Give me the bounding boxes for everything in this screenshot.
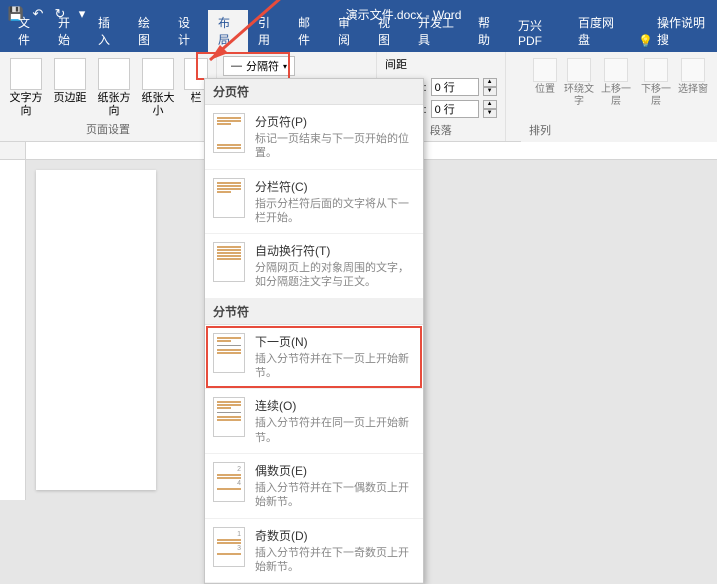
selection-button[interactable]: 选择窗 xyxy=(677,56,709,96)
wrap-button[interactable]: 环绕文字 xyxy=(563,56,595,108)
column-break-item[interactable]: 分栏符(C) 指示分栏符后面的文字将从下一栏开始。 xyxy=(205,170,423,235)
wrap-icon xyxy=(567,58,591,82)
next-page-icon xyxy=(213,333,245,373)
page-breaks-header: 分页符 xyxy=(205,79,423,105)
ribbon-tabs: 文件 开始 插入 绘图 设计 布局 引用 邮件 审阅 视图 开发工具 帮助 万兴… xyxy=(0,28,717,52)
tab-wanxing[interactable]: 万兴PDF xyxy=(508,13,568,52)
column-break-icon xyxy=(213,178,245,218)
tab-developer[interactable]: 开发工具 xyxy=(408,10,468,52)
chevron-down-icon: ▾ xyxy=(283,62,287,71)
next-page-item[interactable]: 下一页(N) 插入分节符并在下一页上开始新节。 xyxy=(205,325,423,390)
tab-baidu[interactable]: 百度网盘 xyxy=(568,10,628,52)
forward-icon xyxy=(604,58,628,82)
text-wrap-icon xyxy=(213,242,245,282)
ruler-vertical xyxy=(0,160,26,500)
orientation-icon xyxy=(98,58,130,90)
tab-design[interactable]: 设计 xyxy=(168,10,208,52)
position-button[interactable]: 位置 xyxy=(529,56,561,96)
spacing-after-up[interactable]: ▲ xyxy=(483,100,497,109)
page-break-icon xyxy=(213,113,245,153)
tab-mailings[interactable]: 邮件 xyxy=(288,10,328,52)
backward-button[interactable]: 下移一层 xyxy=(637,56,675,108)
tab-insert[interactable]: 插入 xyxy=(88,10,128,52)
page-break-item[interactable]: 分页符(P) 标记一页结束与下一页开始的位置。 xyxy=(205,105,423,170)
tab-view[interactable]: 视图 xyxy=(368,10,408,52)
backward-icon xyxy=(644,58,668,82)
tab-draw[interactable]: 绘图 xyxy=(128,10,168,52)
selection-icon xyxy=(681,58,705,82)
breaks-button[interactable]: — 分隔符 ▾ xyxy=(223,56,295,76)
section-breaks-header: 分节符 xyxy=(205,299,423,325)
text-direction-icon xyxy=(10,58,42,90)
continuous-item[interactable]: 连续(O) 插入分节符并在同一页上开始新节。 xyxy=(205,389,423,454)
spacing-before-down[interactable]: ▼ xyxy=(483,87,497,96)
size-button[interactable]: 纸张大小 xyxy=(138,56,178,118)
orientation-button[interactable]: 纸张方向 xyxy=(94,56,134,118)
forward-button[interactable]: 上移一层 xyxy=(597,56,635,108)
page-setup-label: 页面设置 xyxy=(86,119,130,137)
even-page-icon: 2 4 xyxy=(213,462,245,502)
tell-me-icon[interactable]: 💡 xyxy=(628,30,657,52)
odd-page-icon: 1 3 xyxy=(213,527,245,567)
size-icon xyxy=(142,58,174,90)
tab-layout[interactable]: 布局 xyxy=(208,10,248,52)
tab-review[interactable]: 审阅 xyxy=(328,10,368,52)
arrange-label: 排列 xyxy=(529,120,709,138)
tab-help[interactable]: 帮助 xyxy=(468,10,508,52)
page[interactable] xyxy=(36,170,156,490)
margins-button[interactable]: 页边距 xyxy=(50,56,90,105)
even-page-item[interactable]: 2 4 偶数页(E) 插入分节符并在下一偶数页上开始新节。 xyxy=(205,454,423,519)
spacing-before-up[interactable]: ▲ xyxy=(483,78,497,87)
tab-tell-me[interactable]: 操作说明搜 xyxy=(657,10,717,52)
text-direction-button[interactable]: 文字方向 xyxy=(6,56,46,118)
text-wrap-item[interactable]: 自动换行符(T) 分隔网页上的对象周围的文字，如分隔题注文字与正文。 xyxy=(205,234,423,299)
continuous-icon xyxy=(213,397,245,437)
page-setup-group: 文字方向 页边距 纸张方向 纸张大小 栏 页面设置 xyxy=(0,52,217,141)
spacing-after-down[interactable]: ▼ xyxy=(483,109,497,118)
odd-page-item[interactable]: 1 3 奇数页(D) 插入分节符并在下一奇数页上开始新节。 xyxy=(205,519,423,584)
tab-file[interactable]: 文件 xyxy=(8,10,48,52)
breaks-dropdown: 分页符 分页符(P) 标记一页结束与下一页开始的位置。 分栏符(C) 指示分栏符… xyxy=(204,78,424,584)
arrange-group: 位置 环绕文字 上移一层 下移一层 选择窗 排列 xyxy=(521,52,717,142)
spacing-after-input[interactable] xyxy=(431,100,479,118)
paragraph-label: 段落 xyxy=(430,120,452,138)
margins-icon xyxy=(54,58,86,90)
tab-home[interactable]: 开始 xyxy=(48,10,88,52)
spacing-before-input[interactable] xyxy=(431,78,479,96)
position-icon xyxy=(533,58,557,82)
tab-references[interactable]: 引用 xyxy=(248,10,288,52)
